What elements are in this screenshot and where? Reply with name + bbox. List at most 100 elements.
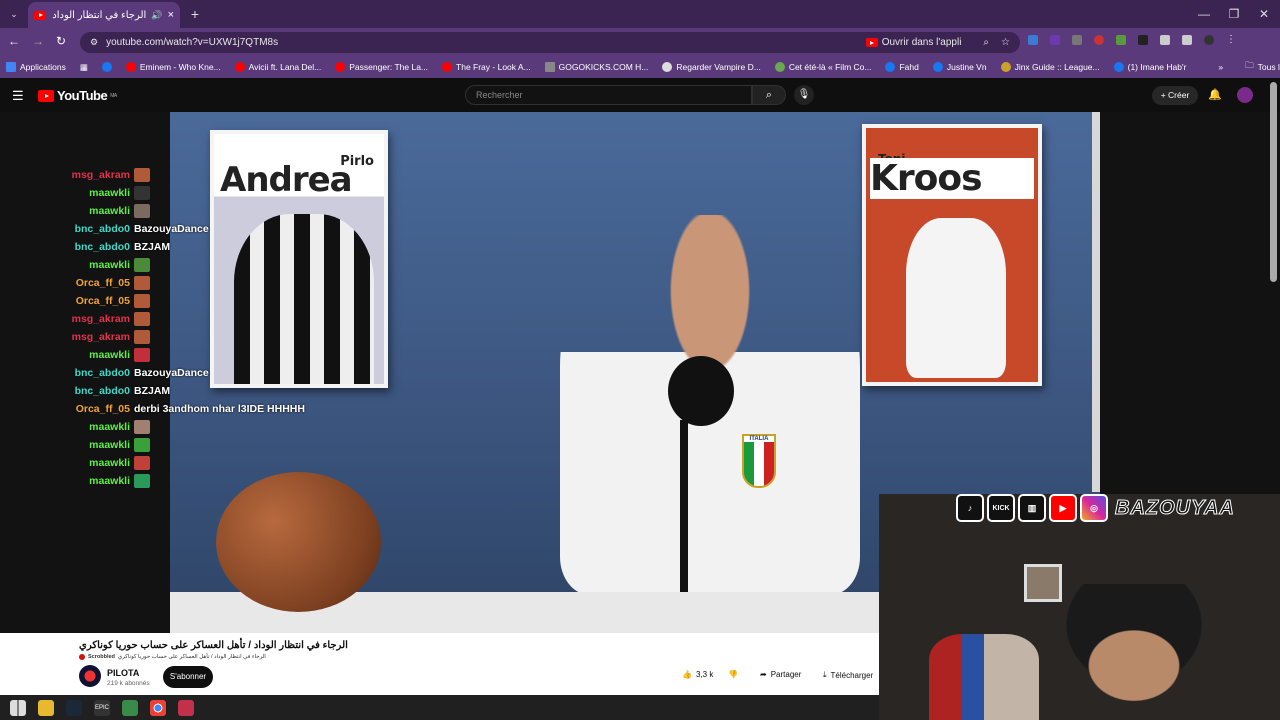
tab-title: الرجاء في انتظار الوداد / تأهل (51, 9, 147, 21)
restore-button[interactable]: ❐ (1224, 4, 1244, 24)
plus-icon: + (1160, 90, 1169, 100)
streamer-figure (1029, 584, 1239, 720)
bookmarks-bar: Applications ▦ Eminem - Who Kne... Avici… (0, 56, 1280, 78)
notifications-bell-icon[interactable]: 🔔 (1208, 88, 1222, 101)
chat-emote-icon (134, 294, 150, 308)
tiktok-icon: ♪ (956, 494, 984, 522)
bookmark-item[interactable]: Avicii ft. Lana Del... (234, 62, 321, 72)
poster-kroos: Toni Kroos (862, 124, 1042, 386)
chat-message: maawkli (64, 202, 384, 220)
leather-football (216, 472, 381, 612)
app-icon[interactable] (122, 699, 138, 716)
epic-games-icon[interactable]: EPIC (94, 699, 110, 716)
open-in-app-button[interactable]: Ouvrir dans l'appli (882, 37, 962, 48)
channel-avatar[interactable] (79, 665, 101, 687)
bookmark-item[interactable]: Passenger: The La... (335, 62, 428, 72)
grid-icon[interactable]: ▦ (80, 62, 88, 73)
browser-tab-active[interactable]: الرجاء في انتظار الوداد / تأهل 🔊 × (28, 2, 180, 28)
chat-emote-icon (134, 330, 150, 344)
extension-icon[interactable] (1050, 35, 1060, 45)
address-bar[interactable]: ⚙ youtube.com/watch?v=UXW1j7QTM8s Ouvrir… (80, 32, 1020, 53)
close-window-button[interactable]: ✕ (1254, 4, 1274, 24)
profile-avatar[interactable] (1204, 35, 1214, 45)
chat-emote-icon (134, 276, 150, 290)
apps-grid-icon (6, 62, 16, 72)
bookmark-item[interactable]: Fahd (885, 62, 919, 72)
extension-icon[interactable] (1094, 35, 1104, 45)
search-input[interactable]: Rechercher (465, 85, 752, 105)
channel-name[interactable]: PILOTA (107, 668, 139, 678)
dislike-button[interactable]: 👎 (728, 670, 738, 679)
url-text: youtube.com/watch?v=UXW1j7QTM8s (106, 37, 279, 48)
tab-search-button[interactable]: ⌄ (6, 6, 22, 22)
page-scrollbar[interactable] (1270, 82, 1277, 282)
chat-emote-icon (134, 186, 150, 200)
streamer-webcam (879, 494, 1280, 720)
zoom-search-icon[interactable]: ⌕ (983, 37, 989, 48)
bookmark-item[interactable] (101, 62, 112, 72)
globe-icon (662, 62, 673, 72)
chat-emote-icon (134, 204, 150, 218)
tab-close-icon[interactable]: × (168, 9, 174, 21)
speaker-icon[interactable]: 🔊 (151, 10, 162, 21)
extension-icon[interactable] (1072, 35, 1082, 45)
chat-username: maawkli (89, 475, 130, 487)
forward-button[interactable]: → (32, 34, 44, 48)
menu-dots-icon[interactable]: ⋮ (1226, 35, 1236, 45)
extension-icon[interactable] (1138, 35, 1148, 45)
minimize-button[interactable]: — (1194, 4, 1214, 24)
file-explorer-icon[interactable] (38, 699, 54, 716)
chat-message: msg_akram (64, 310, 384, 328)
chat-username: msg_akram (71, 331, 130, 343)
bookmark-item[interactable]: (1) Imane Hab'r (1113, 62, 1186, 72)
bookmark-item[interactable]: Regarder Vampire D... (662, 62, 761, 72)
youtube-logo[interactable]: YouTube MA (38, 88, 117, 103)
chrome-icon[interactable] (150, 699, 166, 716)
back-button[interactable]: ← (8, 34, 20, 48)
all-bookmarks-folder[interactable]: 🗀Tous les favoris (1245, 60, 1280, 74)
search-button[interactable]: ⌕ (752, 85, 786, 105)
create-button[interactable]: + Créer (1152, 86, 1198, 105)
share-button[interactable]: ➦ Partager (760, 670, 801, 679)
thumbs-up-icon: 👍 (682, 670, 692, 679)
chat-username: maawkli (89, 349, 130, 361)
bookmark-star-icon[interactable]: ☆ (1001, 37, 1010, 48)
voice-search-button[interactable]: 🎙 (794, 85, 814, 105)
download-button[interactable]: ⤓ Télécharger (823, 670, 873, 680)
check-extension-icon[interactable] (1116, 35, 1126, 45)
puzzle-icon[interactable] (1160, 35, 1170, 45)
bookmark-item[interactable]: The Fray - Look A... (442, 62, 531, 72)
chat-username: maawkli (89, 187, 130, 199)
social-handles-overlay: ♪ KICK ▥ ▶ ◎ BAZOUYAA (956, 493, 1246, 523)
bookmark-item[interactable]: Jinx Guide :: League... (1000, 62, 1100, 72)
bookmark-item[interactable]: Justine Vn (932, 62, 987, 72)
chat-username: maawkli (89, 205, 130, 217)
chat-message: msg_akram (64, 166, 384, 184)
subscribe-button[interactable]: S'abonner (163, 666, 213, 688)
extensions-area: ⋮ (1028, 35, 1236, 45)
stream-chat-overlay: msg_akram maawkli maawkli bnc_abdo0 BazouyaD… (64, 166, 384, 490)
bookmark-item[interactable]: GOGOKICKS.COM H... (544, 62, 648, 72)
app-icon[interactable] (178, 699, 194, 716)
youtube-icon (125, 62, 136, 72)
chat-message: msg_akram (64, 328, 384, 346)
new-tab-button[interactable]: + (186, 5, 204, 23)
windows-start-icon[interactable] (10, 699, 26, 716)
facebook-icon (101, 62, 112, 72)
bookmark-applications[interactable]: Applications (6, 62, 66, 72)
extension-icon[interactable] (1028, 35, 1038, 45)
chat-message: maawkli (64, 454, 384, 472)
media-control-icon[interactable] (1182, 35, 1192, 45)
download-icon: ⤓ (823, 670, 827, 679)
more-bookmarks-icon[interactable]: » (1218, 62, 1223, 72)
bookmark-item[interactable]: Cet été-là « Film Co... (774, 62, 871, 72)
bookmark-item[interactable]: Eminem - Who Kne... (125, 62, 221, 72)
video-right-band (1092, 112, 1100, 492)
like-button[interactable]: 👍 3,3 k (682, 670, 713, 679)
reload-button[interactable]: ↻ (56, 34, 66, 48)
account-avatar[interactable] (1237, 87, 1253, 103)
hamburger-menu-icon[interactable]: ☰ (12, 88, 24, 104)
site-info-icon[interactable]: ⚙ (90, 37, 98, 48)
steam-icon[interactable] (66, 699, 82, 716)
chat-username: Orca_ff_05 (75, 277, 130, 289)
